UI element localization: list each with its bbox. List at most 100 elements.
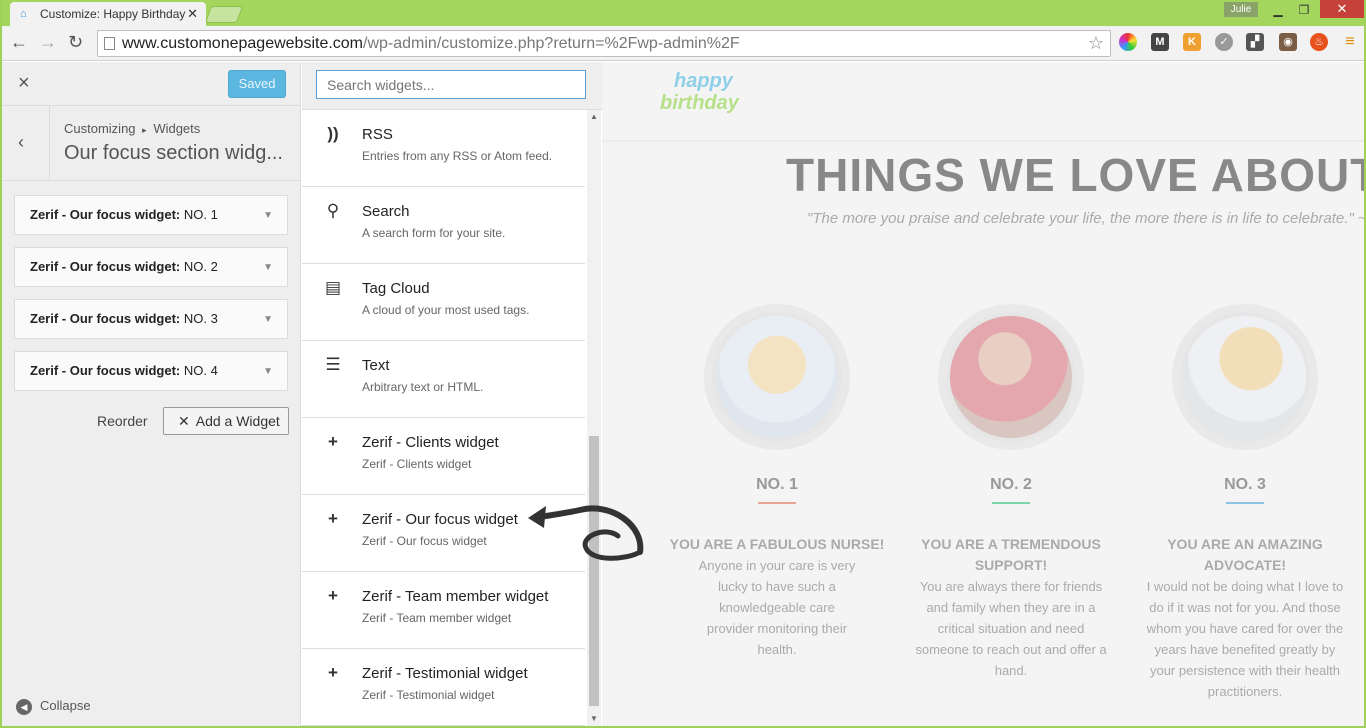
breadcrumb: Customizing ▸ Widgets [64,121,200,136]
expand-arrow-icon[interactable]: ▼ [263,197,273,235]
focus-title: YOU ARE A FABULOUS NURSE! [669,536,885,552]
url-path: /wp-admin/customize.php?return=%2Fwp-adm… [363,35,740,52]
widget-row-1[interactable]: Zerif - Our focus widget: NO. 1 ▼ [14,195,288,235]
focus-text: Anyone in your care is very lucky to hav… [698,558,856,657]
back-arrow-icon[interactable]: ← [10,32,28,53]
widget-item-search[interactable]: ⚲ Search A search form for your site. [302,187,585,264]
scroll-down-icon[interactable]: ▼ [590,714,598,723]
search-icon: ⚲ [326,201,340,220]
expand-arrow-icon[interactable]: ▼ [263,249,273,287]
tag-cloud-icon: ▤ [324,278,342,297]
focus-underline [758,502,796,504]
site-logo[interactable]: happy birthday [660,70,739,114]
focus-title: YOU ARE AN AMAZING ADVOCATE! [1167,536,1323,573]
plus-icon: + [328,663,338,682]
focus-text: I would not be doing what I love to do i… [1146,579,1344,699]
customizer-panel: × Saved ‹ Customizing ▸ Widgets Our focu… [2,62,301,726]
menu-icon[interactable]: ≡ [1341,33,1359,51]
puzzle-extension-icon[interactable]: ▞ [1246,33,1264,51]
minimize-button[interactable]: ▁ [1268,2,1288,18]
focus-avatar [1172,304,1318,450]
add-widget-button[interactable]: ✕ Add a Widget [163,407,289,435]
widget-desc: Zerif - Testimonial widget [362,688,495,702]
site-preview: happy birthday THINGS WE LOVE ABOUT "The… [602,62,1364,726]
widget-desc: A search form for your site. [362,226,506,240]
widget-item-team-member[interactable]: + Zerif - Team member widget Zerif - Tea… [302,572,585,649]
section-title: Our focus section widg... [64,142,283,164]
widget-item-rss[interactable]: )) RSS Entries from any RSS or Atom feed… [302,110,585,187]
widget-suffix: NO. 1 [183,207,218,222]
widget-search-bar [302,62,602,110]
focus-text: You are always there for friends and fam… [915,579,1107,678]
widget-suffix: NO. 2 [183,259,218,274]
saved-button[interactable]: Saved [228,70,286,98]
breadcrumb-separator-icon: ▸ [142,125,147,135]
page-icon [104,37,115,50]
back-chevron-icon[interactable]: ‹ [18,132,24,153]
expand-arrow-icon[interactable]: ▼ [263,353,273,391]
collapse-arrow-icon: ◀ [16,699,32,715]
scrollbar-thumb[interactable] [589,436,599,706]
close-customizer-icon[interactable]: × [18,72,30,95]
browser-tab[interactable]: ⌂ Customize: Happy Birthday ✕ [10,2,206,26]
tab-close-icon[interactable]: ✕ [187,6,198,22]
curved-arrow-annotation-icon [528,505,644,561]
bookmark-star-icon[interactable]: ☆ [1088,31,1104,56]
widget-desc: Zerif - Team member widget [362,611,512,625]
focus-item-2: NO. 2 YOU ARE A TREMENDOUS SUPPORT! You … [901,304,1121,681]
widget-item-text[interactable]: ☰ Text Arbitrary text or HTML. [302,341,585,418]
title-bar: ⌂ Customize: Happy Birthday ✕ Julie ▁ ❐ … [2,0,1364,26]
widget-title: Text [362,357,390,374]
widget-item-testimonial[interactable]: + Zerif - Testimonial widget Zerif - Tes… [302,649,585,726]
widget-row-4[interactable]: Zerif - Our focus widget: NO. 4 ▼ [14,351,288,391]
plus-icon: + [328,509,338,528]
reload-icon[interactable]: ↻ [68,32,83,53]
check-extension-icon[interactable]: ✓ [1215,33,1233,51]
reorder-link[interactable]: Reorder [97,413,148,429]
widget-title: Zerif - Our focus widget [362,511,518,528]
focus-title: YOU ARE A TREMENDOUS SUPPORT! [921,536,1101,573]
breadcrumb-child: Widgets [153,121,201,136]
search-widgets-input[interactable] [316,70,586,99]
expand-arrow-icon[interactable]: ▼ [263,301,273,339]
browser-toolbar: ← → ↻ www.customonepagewebsite.com/wp-ad… [2,26,1364,61]
logo-line-1: happy [674,70,733,92]
maximize-button[interactable]: ❐ [1294,2,1314,18]
widget-name: Zerif - Our focus widget: [30,259,181,274]
scroll-up-icon[interactable]: ▲ [590,112,598,121]
plus-icon: + [328,432,338,451]
focus-number: NO. 2 [990,476,1032,493]
plus-icon: + [328,586,338,605]
m-extension-icon[interactable]: M [1151,33,1169,51]
focus-section-quote: "The more you praise and celebrate your … [807,210,1364,227]
widget-item-tag-cloud[interactable]: ▤ Tag Cloud A cloud of your most used ta… [302,264,585,341]
breadcrumb-parent: Customizing [64,121,136,136]
widget-title: RSS [362,126,393,143]
forward-arrow-icon[interactable]: → [39,32,57,53]
logo-line-2: birthday [660,92,739,114]
divider [49,106,50,181]
widget-row-3[interactable]: Zerif - Our focus widget: NO. 3 ▼ [14,299,288,339]
fire-extension-icon[interactable]: ♨ [1310,33,1328,51]
add-widget-label: Add a Widget [195,413,280,429]
widget-list-scrollbar[interactable]: ▲ ▼ [587,110,601,726]
widget-desc: Entries from any RSS or Atom feed. [362,149,553,163]
panel-header: × Saved [2,62,301,106]
widget-desc: Arbitrary text or HTML. [362,380,484,394]
tab-title: Customize: Happy Birthday [40,7,186,21]
widget-desc: Zerif - Clients widget [362,457,472,471]
widget-row-2[interactable]: Zerif - Our focus widget: NO. 2 ▼ [14,247,288,287]
collapse-button[interactable]: ◀ Collapse [16,698,91,715]
new-tab-button[interactable] [204,6,244,23]
widget-item-clients[interactable]: + Zerif - Clients widget Zerif - Clients… [302,418,585,495]
address-bar[interactable]: www.customonepagewebsite.com/wp-admin/cu… [97,30,1111,57]
color-picker-extension-icon[interactable] [1119,33,1137,51]
focus-item-3: NO. 3 YOU ARE AN AMAZING ADVOCATE! I wou… [1135,304,1355,702]
k-extension-icon[interactable]: K [1183,33,1201,51]
url-host: www.customonepagewebsite.com [122,35,364,52]
focus-item-1: NO. 1 YOU ARE A FABULOUS NURSE! Anyone i… [667,304,887,660]
window-close-button[interactable]: ✕ [1320,0,1364,18]
camera-extension-icon[interactable]: ◉ [1279,33,1297,51]
profile-badge[interactable]: Julie [1224,2,1258,17]
widget-name: Zerif - Our focus widget: [30,311,181,326]
